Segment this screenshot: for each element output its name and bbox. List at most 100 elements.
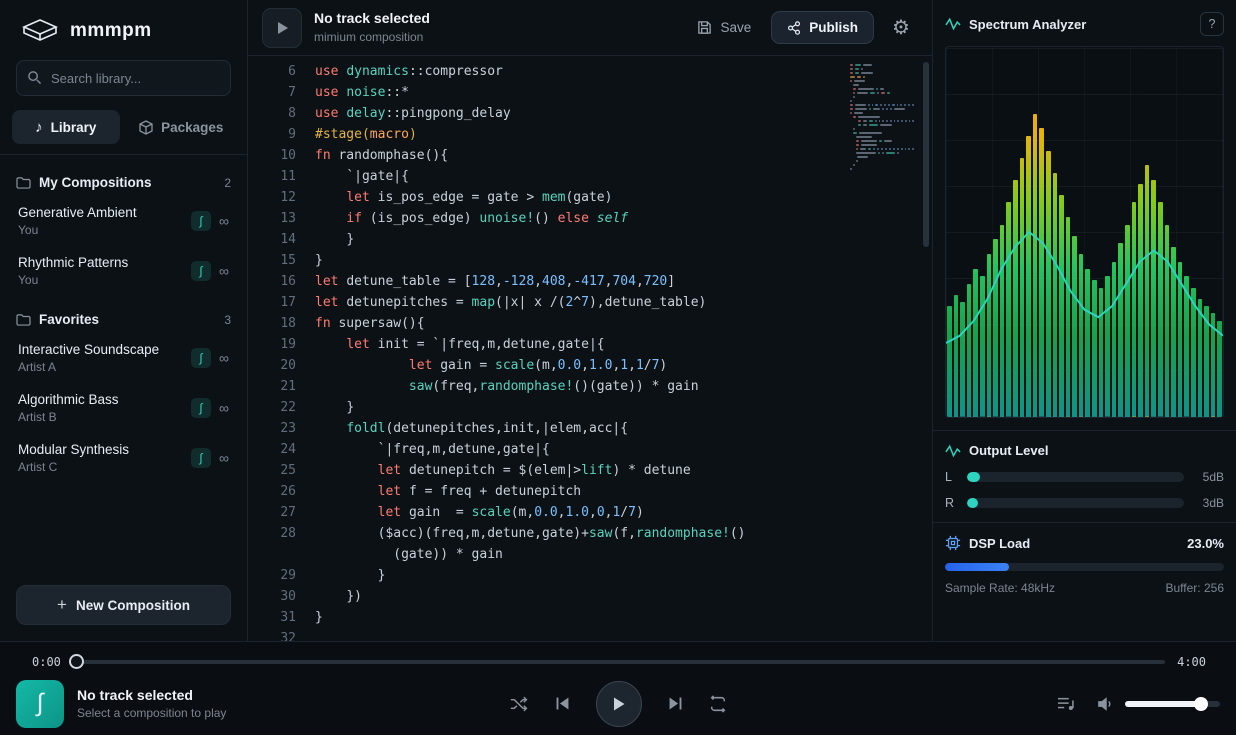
list-item[interactable]: Generative AmbientYou∫∞ — [16, 196, 231, 246]
code-line[interactable]: 6use dynamics::compressor — [248, 61, 932, 82]
minimap[interactable] — [850, 64, 916, 176]
line-number: 24 — [248, 439, 296, 460]
code-line[interactable]: 28 ($acc)(freq,m,detune,gate)+saw(f,rand… — [248, 523, 932, 544]
code-text: fn randomphase(){ — [296, 145, 448, 166]
folder-icon — [16, 313, 31, 326]
list-item[interactable]: Algorithmic BassArtist B∫∞ — [16, 383, 231, 433]
minimap-line — [856, 152, 916, 154]
elapsed-time: 0:00 — [32, 655, 61, 669]
next-button[interactable] — [667, 695, 684, 712]
item-title: Interactive Soundscape — [18, 342, 191, 357]
code-text: }) — [296, 586, 362, 607]
code-line[interactable]: 8use delay::pingpong_delay — [248, 103, 932, 124]
code-line[interactable]: 13 if (is_pos_edge) unoise!() else self — [248, 208, 932, 229]
timeline-track[interactable] — [73, 660, 1165, 664]
settings-gear-button[interactable]: ⚙ — [884, 11, 918, 45]
scrollbar-thumb[interactable] — [923, 62, 929, 247]
code-line[interactable]: 15} — [248, 250, 932, 271]
new-composition-button[interactable]: + New Composition — [16, 585, 231, 625]
search-box — [16, 60, 231, 96]
code-line[interactable]: (gate)) * gain — [248, 544, 932, 565]
skip-forward-icon — [667, 695, 684, 712]
minimap-line — [850, 80, 916, 82]
code-line[interactable]: 10fn randomphase(){ — [248, 145, 932, 166]
code-line[interactable]: 26 let f = freq + detunepitch — [248, 481, 932, 502]
code-line[interactable]: 32 — [248, 628, 932, 641]
line-number: 18 — [248, 313, 296, 334]
code-text: let gain = scale(m,0.0,1.0,0,1/7) — [296, 502, 644, 523]
code-editor[interactable]: 6use dynamics::compressor7use noise::*8u… — [248, 56, 932, 641]
queue-button[interactable] — [1057, 696, 1075, 712]
code-line[interactable]: 18fn supersaw(){ — [248, 313, 932, 334]
code-line[interactable]: 12 let is_pos_edge = gate > mem(gate) — [248, 187, 932, 208]
code-line[interactable]: 7use noise::* — [248, 82, 932, 103]
minimap-line — [850, 112, 916, 114]
line-number: 28 — [248, 523, 296, 544]
code-line[interactable]: 30 }) — [248, 586, 932, 607]
item-subtitle: You — [18, 273, 191, 287]
code-text: if (is_pos_edge) unoise!() else self — [296, 208, 628, 229]
save-icon — [697, 20, 712, 35]
search-icon — [27, 70, 42, 85]
list-item[interactable]: Modular SynthesisArtist C∫∞ — [16, 433, 231, 483]
code-line[interactable]: 29 } — [248, 565, 932, 586]
meter-track — [967, 498, 1184, 508]
publish-button[interactable]: Publish — [771, 11, 874, 44]
infinity-icon: ∞ — [219, 350, 229, 366]
list-item[interactable]: Rhythmic PatternsYou∫∞ — [16, 246, 231, 296]
play-button[interactable] — [596, 681, 642, 727]
save-label: Save — [720, 20, 751, 35]
code-line[interactable]: 11 `|gate|{ — [248, 166, 932, 187]
code-line[interactable]: 27 let gain = scale(m,0.0,1.0,0,1/7) — [248, 502, 932, 523]
code-line[interactable]: 14 } — [248, 229, 932, 250]
minimap-line — [856, 144, 916, 146]
code-line[interactable]: 19 let init = `|freq,m,detune,gate|{ — [248, 334, 932, 355]
shuffle-icon — [510, 695, 529, 713]
code-text: `|freq,m,detune,gate|{ — [296, 439, 550, 460]
line-number: 19 — [248, 334, 296, 355]
editor-scrollbar[interactable] — [923, 62, 929, 624]
player-track-title: No track selected — [77, 687, 226, 703]
code-line[interactable]: 22 } — [248, 397, 932, 418]
code-line[interactable]: 23 foldl(detunepitches,init,|elem,acc|{ — [248, 418, 932, 439]
cpu-icon — [945, 535, 961, 551]
code-line[interactable]: 20 let gain = scale(m,0.0,1.0,1,1/7) — [248, 355, 932, 376]
minimap-line — [850, 72, 916, 74]
code-line[interactable]: 9#stage(macro) — [248, 124, 932, 145]
volume-knob[interactable] — [1194, 697, 1208, 711]
save-button[interactable]: Save — [687, 12, 761, 43]
previous-button[interactable] — [554, 695, 571, 712]
line-number: 26 — [248, 481, 296, 502]
code-text: let gain = scale(m,0.0,1.0,1,1/7) — [296, 355, 667, 376]
code-line[interactable]: 25 let detunepitch = $(elem|>lift) * det… — [248, 460, 932, 481]
line-number: 31 — [248, 607, 296, 628]
spectrum-section: Spectrum Analyzer ? — [933, 0, 1236, 431]
code-line[interactable]: 21 saw(freq,randomphase!()(gate)) * gain — [248, 376, 932, 397]
list-item[interactable]: Interactive SoundscapeArtist A∫∞ — [16, 333, 231, 383]
code-line[interactable]: 24 `|freq,m,detune,gate|{ — [248, 439, 932, 460]
tab-library[interactable]: ♪ Library — [12, 110, 120, 144]
minimap-line — [853, 96, 916, 98]
meter-channel: L — [945, 470, 957, 484]
volume-slider[interactable] — [1125, 701, 1220, 707]
preview-play-button[interactable] — [262, 8, 302, 48]
minimap-line — [856, 148, 916, 150]
help-label: ? — [1209, 17, 1216, 31]
line-number: 15 — [248, 250, 296, 271]
minimap-line — [853, 164, 916, 166]
help-button[interactable]: ? — [1200, 12, 1224, 36]
package-icon — [139, 120, 153, 135]
dsp-load-track — [945, 563, 1224, 571]
timeline-scrubber[interactable] — [69, 654, 84, 669]
line-number: 6 — [248, 61, 296, 82]
search-input[interactable] — [16, 60, 231, 96]
meter-fill — [967, 498, 978, 508]
shuffle-button[interactable] — [510, 695, 529, 713]
meter-channel: R — [945, 496, 957, 510]
repeat-button[interactable] — [709, 695, 727, 713]
code-line[interactable]: 17let detunepitches = map(|x| x /(2^7),d… — [248, 292, 932, 313]
code-line[interactable]: 16let detune_table = [128,-128,408,-417,… — [248, 271, 932, 292]
code-line[interactable]: 31} — [248, 607, 932, 628]
minimap-line — [858, 124, 916, 126]
tab-packages[interactable]: Packages — [128, 110, 236, 144]
